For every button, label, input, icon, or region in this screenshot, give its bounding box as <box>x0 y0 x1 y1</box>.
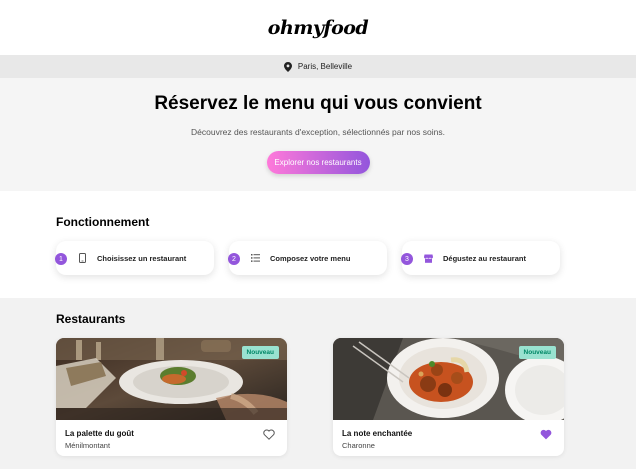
restaurant-name: La palette du goût <box>65 429 134 438</box>
new-badge: Nouveau <box>518 346 556 359</box>
how-it-works-section: Fonctionnement 1 Choisissez un restauran… <box>0 191 636 298</box>
restaurants-title: Restaurants <box>56 312 126 326</box>
store-icon <box>423 253 433 263</box>
explore-restaurants-button[interactable]: Explorer nos restaurants <box>266 151 370 174</box>
restaurant-area: Ménilmontant <box>65 441 111 450</box>
location-text: Paris, Belleville <box>297 62 353 71</box>
location-bar: Paris, Belleville <box>0 55 636 78</box>
restaurant-photo: Nouveau <box>333 338 564 420</box>
new-badge: Nouveau <box>241 346 279 359</box>
step-label: Composez votre menu <box>270 253 351 263</box>
step-number: 3 <box>401 253 413 265</box>
restaurant-photo: Nouveau <box>56 338 287 420</box>
step-label: Dégustez au restaurant <box>443 253 526 263</box>
mobile-phone-icon <box>77 253 87 263</box>
restaurant-name: La note enchantée <box>342 429 413 438</box>
step-label: Choisissez un restaurant <box>97 253 187 263</box>
restaurant-area: Charonne <box>342 441 375 450</box>
step-number: 1 <box>55 253 67 265</box>
heart-filled-icon[interactable] <box>540 429 552 440</box>
step-card-choose[interactable]: 1 Choisissez un restaurant <box>55 241 214 275</box>
site-header: ohmyfood <box>0 0 636 55</box>
heart-outline-icon[interactable] <box>263 429 275 440</box>
hero-section: Réservez le menu qui vous convient Décou… <box>0 78 636 191</box>
list-icon <box>250 253 260 263</box>
ohmyfood-logo[interactable]: ohmyfood <box>268 17 369 39</box>
step-card-enjoy[interactable]: 3 Dégustez au restaurant <box>401 241 560 275</box>
hero-subtitle: Découvrez des restaurants d'exception, s… <box>191 127 445 137</box>
step-card-compose[interactable]: 2 Composez votre menu <box>228 241 387 275</box>
how-it-works-title: Fonctionnement <box>56 215 150 229</box>
restaurant-card-note[interactable]: Nouveau La note enchantée Charonne <box>333 338 564 456</box>
hero-title: Réservez le menu qui vous convient <box>154 93 482 114</box>
step-number: 2 <box>228 253 240 265</box>
restaurants-section: Restaurants Nouveau La palette du goût M… <box>0 298 636 469</box>
map-pin-icon <box>283 61 292 72</box>
restaurant-card-palette[interactable]: Nouveau La palette du goût Ménilmontant <box>56 338 287 456</box>
steps-list: 1 Choisissez un restaurant 2 Composez vo… <box>55 241 560 275</box>
